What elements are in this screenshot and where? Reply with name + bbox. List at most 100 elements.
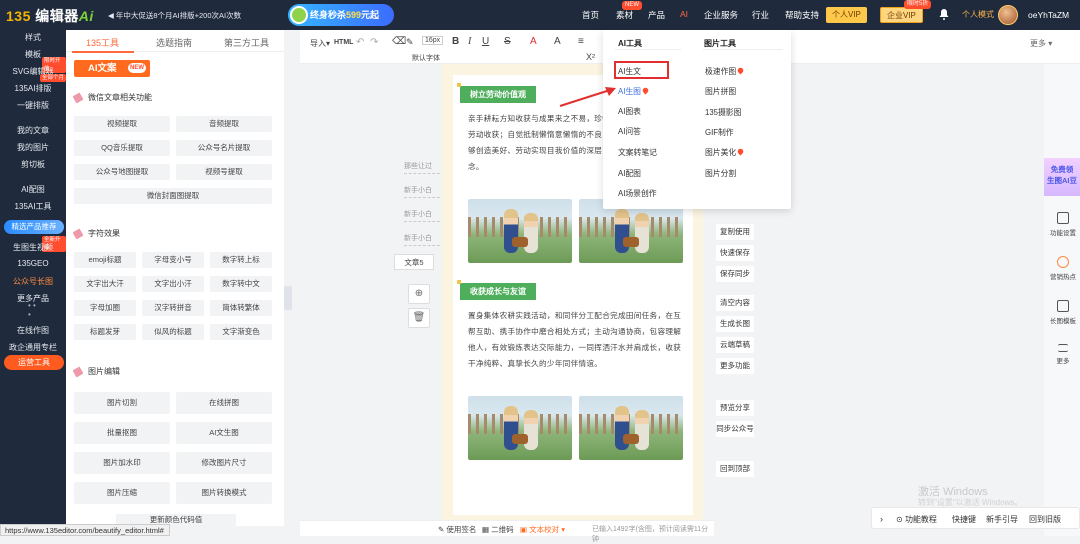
- html-button[interactable]: HTML: [334, 39, 353, 46]
- nav-materials[interactable]: 素材: [616, 9, 633, 21]
- menu-item-ai-scene[interactable]: AI场景创作: [618, 188, 657, 199]
- menu-item-photography[interactable]: 135摄影图: [705, 107, 741, 118]
- undo-icon[interactable]: ↶: [356, 37, 364, 48]
- menu-item-ai-chart[interactable]: AI图表: [618, 106, 641, 117]
- font-size-select[interactable]: 16px: [422, 36, 444, 45]
- sale-banner[interactable]: 终身秒杀599元起: [288, 4, 394, 26]
- tool-button[interactable]: 简体转繁体: [210, 300, 272, 316]
- sidebar-item-styles[interactable]: 样式: [0, 32, 66, 43]
- save-sync-button[interactable]: 保存同步: [716, 266, 754, 282]
- tab-topic-guide[interactable]: 选题指南: [156, 36, 192, 49]
- enterprise-vip-button[interactable]: 企业VIP: [880, 7, 923, 23]
- personal-vip-button[interactable]: 个人VIP: [826, 7, 867, 23]
- add-icon[interactable]: ⊕: [408, 284, 430, 304]
- tool-button[interactable]: 在线拼图: [176, 392, 272, 414]
- tool-button[interactable]: 数字转上标: [210, 252, 272, 268]
- nav-products[interactable]: 产品: [648, 9, 665, 21]
- underline-icon[interactable]: U: [482, 36, 489, 47]
- history-item[interactable]: 新手小白: [404, 184, 440, 198]
- sidebar-item-my-images[interactable]: 我的图片: [0, 142, 66, 153]
- history-item[interactable]: 新手小白: [404, 232, 440, 246]
- font-color-icon[interactable]: A: [530, 36, 537, 47]
- tool-button[interactable]: 公众号地图提取: [74, 164, 170, 180]
- nav-help[interactable]: 帮助支持: [785, 9, 819, 21]
- function-settings[interactable]: 功能设置: [1046, 212, 1080, 237]
- quick-save-button[interactable]: 快速保存: [716, 245, 754, 261]
- tool-button[interactable]: 图片切割: [74, 392, 170, 414]
- cloud-draft-button[interactable]: 云端草稿: [716, 337, 754, 353]
- more-button[interactable]: 更多 ▾: [1030, 38, 1052, 49]
- collapse-handle[interactable]: [284, 286, 292, 310]
- menu-item-collage[interactable]: 图片拼图: [705, 86, 736, 97]
- nav-industry[interactable]: 行业: [752, 9, 769, 21]
- tool-button[interactable]: 批量抠图: [74, 422, 170, 444]
- more-functions-button[interactable]: 更多功能: [716, 358, 754, 374]
- photo-children-garden[interactable]: [579, 396, 683, 460]
- italic-icon[interactable]: I: [468, 36, 471, 47]
- format-brush-icon[interactable]: ✎: [406, 37, 414, 48]
- sidebar-item-my-articles[interactable]: 我的文章: [0, 125, 66, 136]
- align-icon[interactable]: ≡: [578, 36, 584, 47]
- tab-135-tools[interactable]: 135工具: [86, 36, 119, 49]
- tab-third-party[interactable]: 第三方工具: [224, 36, 269, 49]
- qrcode-button[interactable]: ▦ 二维码: [482, 524, 514, 535]
- tool-button[interactable]: 图片压缩: [74, 482, 170, 504]
- long-image-button[interactable]: 生成长图: [716, 316, 754, 332]
- paragraph[interactable]: 置身集体农耕实践活动，和同伴分工配合完成田间任务，在互帮互助、携手协作中磨合相处…: [468, 308, 683, 372]
- highlight-icon[interactable]: A: [554, 36, 561, 47]
- tool-button[interactable]: 视频提取: [74, 116, 170, 132]
- tool-button[interactable]: 修改图片尺寸: [176, 452, 272, 474]
- tool-button[interactable]: 文字渐变色: [210, 324, 272, 340]
- proofread-button[interactable]: ▣ 文本校对 ▾: [520, 524, 565, 535]
- sidebar-item-ai-images[interactable]: AI配图: [0, 184, 66, 195]
- photo-children-garden[interactable]: [468, 199, 572, 263]
- tool-button[interactable]: 微信封面图提取: [74, 188, 272, 204]
- signature-button[interactable]: ✎ 使用签名: [438, 524, 476, 535]
- sidebar-item-ai-tools[interactable]: 135AI工具: [0, 201, 66, 212]
- more-panel[interactable]: 更多: [1046, 344, 1080, 365]
- tool-button[interactable]: AI文生图: [176, 422, 272, 444]
- eraser-icon[interactable]: ⌫: [392, 36, 406, 47]
- tool-button[interactable]: 字母加圈: [74, 300, 136, 316]
- bell-icon[interactable]: [939, 8, 949, 20]
- sidebar-item-featured[interactable]: 精选产品推荐: [4, 220, 64, 234]
- history-item[interactable]: 那些让过: [404, 160, 440, 174]
- sidebar-item-ai-layout[interactable]: 135AI排版: [0, 83, 66, 94]
- history-item[interactable]: 新手小白: [404, 208, 440, 222]
- sidebar-item-online-design[interactable]: 在线作图: [0, 325, 66, 336]
- menu-item-quick-design[interactable]: 极速作图: [705, 66, 745, 77]
- help-tutorials[interactable]: ⊙ 功能教程: [896, 514, 937, 525]
- promo-text[interactable]: ◀ 年中大促送8个月AI排版+200次AI次数: [108, 10, 241, 21]
- tool-button[interactable]: 似风的标题: [142, 324, 204, 340]
- tool-button[interactable]: 汉字转拼音: [142, 300, 204, 316]
- ai-copy-button[interactable]: AI文案 NEW: [74, 60, 150, 77]
- free-points-promo[interactable]: 免费领 生图AI豆: [1044, 158, 1080, 196]
- menu-item-copy-notes[interactable]: 文案转笔记: [618, 147, 657, 158]
- menu-item-ai-image[interactable]: AI生图: [618, 86, 650, 97]
- section-heading[interactable]: 树立劳动价值观: [457, 83, 536, 103]
- sidebar-item-long-image[interactable]: 公众号长图: [0, 276, 66, 287]
- redo-icon[interactable]: ↷: [370, 37, 378, 48]
- tool-button[interactable]: 音频提取: [176, 116, 272, 132]
- sidebar-item-clipboard[interactable]: 剪切板: [0, 159, 66, 170]
- nav-home[interactable]: 首页: [582, 9, 599, 21]
- logo[interactable]: 135 编辑器Ai: [6, 6, 94, 26]
- sidebar-item-one-click[interactable]: 一键排版: [0, 100, 66, 111]
- photo-children-garden[interactable]: [468, 396, 572, 460]
- font-family-select[interactable]: 默认字体: [412, 53, 440, 63]
- chevron-right-icon[interactable]: ›: [880, 514, 883, 524]
- tool-button[interactable]: 公众号名片提取: [176, 140, 272, 156]
- back-to-top-button[interactable]: 回到顶部: [716, 461, 754, 477]
- menu-item-beautify[interactable]: 图片美化: [705, 147, 745, 158]
- menu-item-gif[interactable]: GIF制作: [705, 127, 734, 138]
- clear-button[interactable]: 清空内容: [716, 295, 754, 311]
- sidebar-item-image-video[interactable]: 生图生视频: [0, 242, 66, 253]
- long-image-templates[interactable]: 长图模板: [1046, 300, 1080, 325]
- strikethrough-icon[interactable]: S: [504, 36, 511, 47]
- bold-icon[interactable]: B: [452, 36, 459, 47]
- tool-button[interactable]: 视频号提取: [176, 164, 272, 180]
- preview-share-button[interactable]: 预览分享: [716, 400, 754, 416]
- tool-button[interactable]: emoji标题: [74, 252, 136, 268]
- avatar[interactable]: [998, 5, 1018, 25]
- tool-button[interactable]: 文字出小汗: [142, 276, 204, 292]
